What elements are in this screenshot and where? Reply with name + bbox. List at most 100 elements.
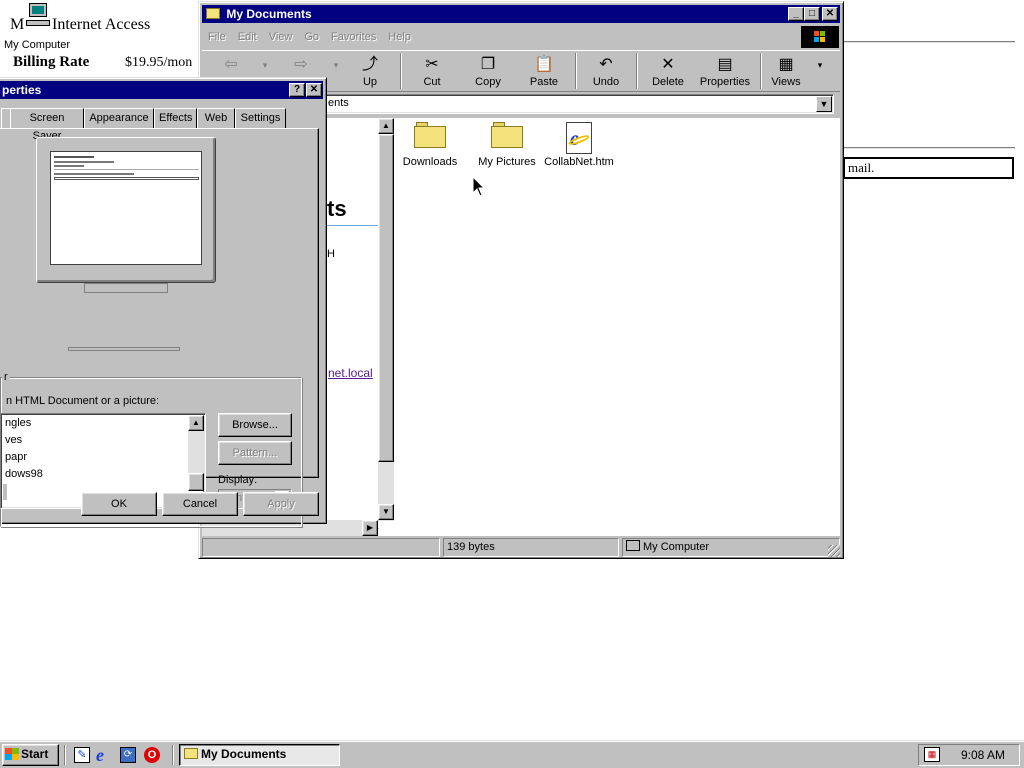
webview-link[interactable]: net.local: [328, 366, 373, 380]
wallpaper-item[interactable]: dows98: [5, 468, 43, 480]
browse-button[interactable]: Browse...: [218, 413, 292, 437]
monitor-preview: [36, 137, 216, 293]
forward-dropdown[interactable]: ▾: [329, 51, 343, 91]
apply-button[interactable]: Apply: [243, 492, 319, 516]
channels-icon[interactable]: ⟳: [120, 747, 136, 763]
copy-icon: ❐: [480, 56, 496, 73]
paste-button[interactable]: 📋 Paste: [520, 51, 568, 91]
menu-go[interactable]: Go: [298, 28, 325, 46]
status-zone-text: My Computer: [643, 541, 710, 553]
email-field-value: mail.: [848, 160, 875, 175]
toolbar-separator: [575, 53, 577, 89]
my-computer-icon[interactable]: [26, 3, 50, 29]
menu-file[interactable]: File: [202, 28, 232, 46]
copy-button[interactable]: ❐ Copy: [464, 51, 512, 91]
tab-web[interactable]: Web: [197, 108, 235, 128]
folder-icon: [184, 748, 198, 759]
page-title: Internet Access: [52, 16, 151, 33]
properties-label: Properties: [699, 76, 751, 88]
scissors-icon: ✂: [425, 56, 439, 73]
tab-appearance[interactable]: Appearance: [84, 108, 154, 128]
explorer-titlebar[interactable]: My Documents _ □ ✕: [202, 5, 840, 23]
wallpaper-item[interactable]: papr: [5, 451, 27, 463]
my-computer-caption: My Computer: [4, 39, 71, 51]
dialog-titlebar[interactable]: perties ? ✕: [0, 81, 323, 99]
opera-icon[interactable]: O: [144, 747, 160, 763]
maximize-button[interactable]: □: [804, 7, 820, 21]
scheduler-icon[interactable]: ▦: [924, 747, 940, 762]
ok-button[interactable]: OK: [81, 492, 157, 516]
show-desktop-icon[interactable]: ✎: [74, 747, 90, 763]
wallpaper-item[interactable]: ngles: [5, 417, 31, 429]
status-size: 139 bytes: [443, 538, 619, 557]
windows-logo-icon: [5, 748, 19, 760]
menu-help[interactable]: Help: [382, 28, 417, 46]
scroll-thumb[interactable]: [188, 473, 204, 491]
wallpaper-item-selected[interactable]: [3, 484, 7, 500]
copy-label: Copy: [475, 76, 501, 88]
wallpaper-item[interactable]: ves: [5, 434, 22, 446]
tab-settings[interactable]: Settings: [235, 108, 286, 128]
tab-screen-saver[interactable]: Screen Saver: [10, 108, 84, 142]
start-button[interactable]: Start: [2, 744, 59, 766]
views-grid-icon: ▦: [778, 56, 794, 73]
file-item[interactable]: e CollabNet.htm: [542, 122, 616, 168]
clipboard-icon: 📋: [534, 56, 554, 73]
file-item[interactable]: Downloads: [396, 122, 464, 168]
scroll-up-button[interactable]: ▲: [188, 415, 204, 431]
cut-button[interactable]: ✂ Cut: [408, 51, 456, 91]
forward-arrow-icon: ⇨: [294, 56, 308, 73]
ie-document-icon: e: [566, 122, 592, 154]
scroll-down-button[interactable]: ▼: [378, 504, 394, 520]
delete-button[interactable]: ✕ Delete: [642, 51, 694, 91]
scroll-thumb[interactable]: [378, 134, 394, 462]
wallpaper-group-caption: r: [2, 371, 10, 383]
menu-favorites[interactable]: Favorites: [325, 28, 382, 46]
menu-bar: File Edit View Go Favorites Help: [202, 28, 798, 46]
tab-effects[interactable]: Effects: [154, 108, 197, 128]
explorer-title: My Documents: [226, 7, 312, 21]
up-button[interactable]: ⤴ Up: [348, 51, 392, 91]
properties-button[interactable]: ▤ Properties: [696, 51, 754, 91]
up-label: Up: [362, 76, 378, 88]
folder-icon: [491, 122, 523, 148]
address-combobox[interactable]: ents ▼: [307, 94, 834, 114]
undo-button[interactable]: ↶ Undo: [582, 51, 630, 91]
close-button[interactable]: ✕: [822, 7, 838, 21]
pattern-button[interactable]: Pattern...: [218, 441, 292, 465]
email-field[interactable]: mail.: [843, 157, 1014, 179]
help-button[interactable]: ?: [289, 83, 305, 97]
internet-explorer-icon[interactable]: e: [96, 745, 104, 766]
scroll-up-button[interactable]: ▲: [378, 118, 394, 134]
file-name: CollabNet.htm: [544, 156, 614, 168]
clock[interactable]: 9:08 AM: [961, 747, 1005, 763]
task-my-documents[interactable]: My Documents: [179, 744, 340, 766]
billing-label: Billing Rate: [13, 54, 90, 70]
minimize-button[interactable]: _: [788, 7, 804, 21]
display-properties-dialog: perties ? ✕ Screen Saver Appearance Effe…: [0, 77, 327, 527]
scroll-right-button[interactable]: ▶: [362, 520, 378, 536]
menu-view[interactable]: View: [263, 28, 299, 46]
resize-grip-icon[interactable]: [828, 545, 840, 557]
address-dropdown-button[interactable]: ▼: [816, 96, 832, 112]
vertical-scrollbar[interactable]: ▲ ▼: [378, 118, 394, 521]
file-list-pane: Downloads My Pictures e CollabNet.htm: [394, 118, 840, 536]
webview-divider: [327, 225, 379, 226]
views-label: Views: [771, 76, 801, 88]
toolbar-separator: [760, 53, 762, 89]
menu-edit[interactable]: Edit: [232, 28, 263, 46]
quicklaunch-bar: ✎ e ⟳ O: [72, 745, 168, 766]
up-folder-icon: ⤴: [361, 56, 378, 73]
cut-label: Cut: [423, 76, 441, 88]
close-button[interactable]: ✕: [306, 83, 322, 97]
monitor-screen: [50, 151, 202, 265]
start-label: Start: [21, 747, 49, 761]
folder-icon: [414, 122, 446, 148]
views-button[interactable]: ▦ Views: [766, 51, 806, 91]
webview-text: H: [327, 248, 335, 260]
undo-icon: ↶: [599, 56, 613, 73]
tab-strip: Screen Saver Appearance Effects Web Sett…: [1, 108, 321, 142]
views-dropdown[interactable]: ▾: [812, 51, 828, 91]
cancel-button[interactable]: Cancel: [162, 492, 238, 516]
file-item[interactable]: My Pictures: [472, 122, 542, 168]
